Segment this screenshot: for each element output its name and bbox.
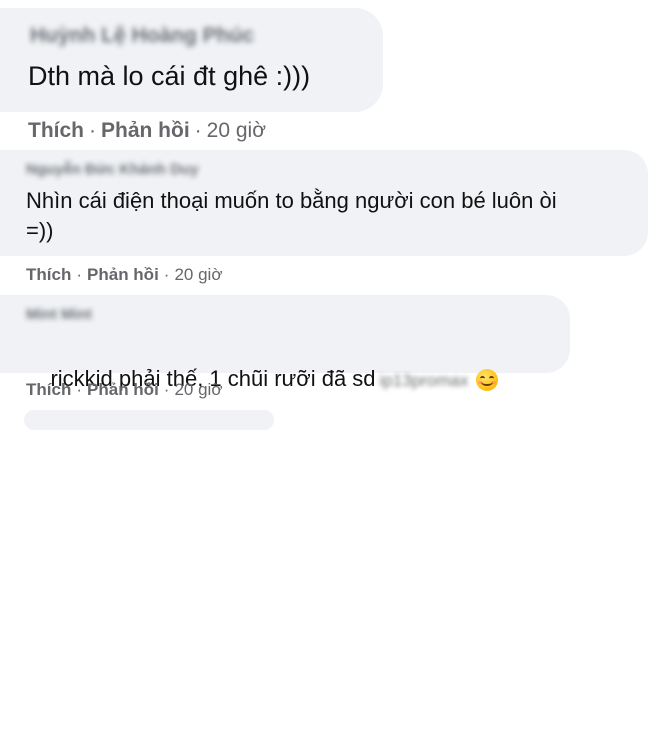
separator: ·	[163, 380, 170, 399]
next-comment-bubble	[24, 410, 274, 430]
separator: ·	[163, 265, 170, 284]
separator: ·	[76, 380, 83, 399]
comment-actions: Thích · Phản hồi · 20 giờ	[28, 117, 266, 145]
reply-button[interactable]: Phản hồi	[101, 119, 190, 142]
reply-button[interactable]: Phản hồi	[87, 265, 159, 284]
comment-actions: Thích · Phản hồi · 20 giờ	[26, 264, 222, 286]
comment-timestamp[interactable]: 20 giờ	[207, 119, 266, 142]
blurred-text: ip13promax	[379, 371, 469, 390]
smiling-face-emoji-icon	[476, 369, 499, 392]
separator: ·	[194, 119, 202, 142]
reply-button[interactable]: Phản hồi	[87, 380, 159, 399]
comment-actions: Thích · Phản hồi · 20 giờ	[26, 379, 222, 401]
comment-author[interactable]: Nguyễn Đức Khánh Duy	[26, 161, 199, 178]
comment-author[interactable]: Huỳnh Lệ Hoàng Phúc	[30, 24, 254, 48]
comment-timestamp[interactable]: 20 giờ	[174, 265, 222, 284]
comment-author[interactable]: Mint Mint	[26, 306, 92, 323]
comment-timestamp[interactable]: 20 giờ	[174, 380, 222, 399]
separator: ·	[76, 265, 83, 284]
separator: ·	[89, 119, 96, 142]
like-button[interactable]: Thích	[26, 265, 71, 284]
comment-text: Dth mà lo cái đt ghê :)))	[28, 61, 311, 91]
comment-text: Nhìn cái điện thoại muốn to bằng người c…	[26, 188, 557, 243]
like-button[interactable]: Thích	[26, 380, 71, 399]
like-button[interactable]: Thích	[28, 119, 84, 142]
